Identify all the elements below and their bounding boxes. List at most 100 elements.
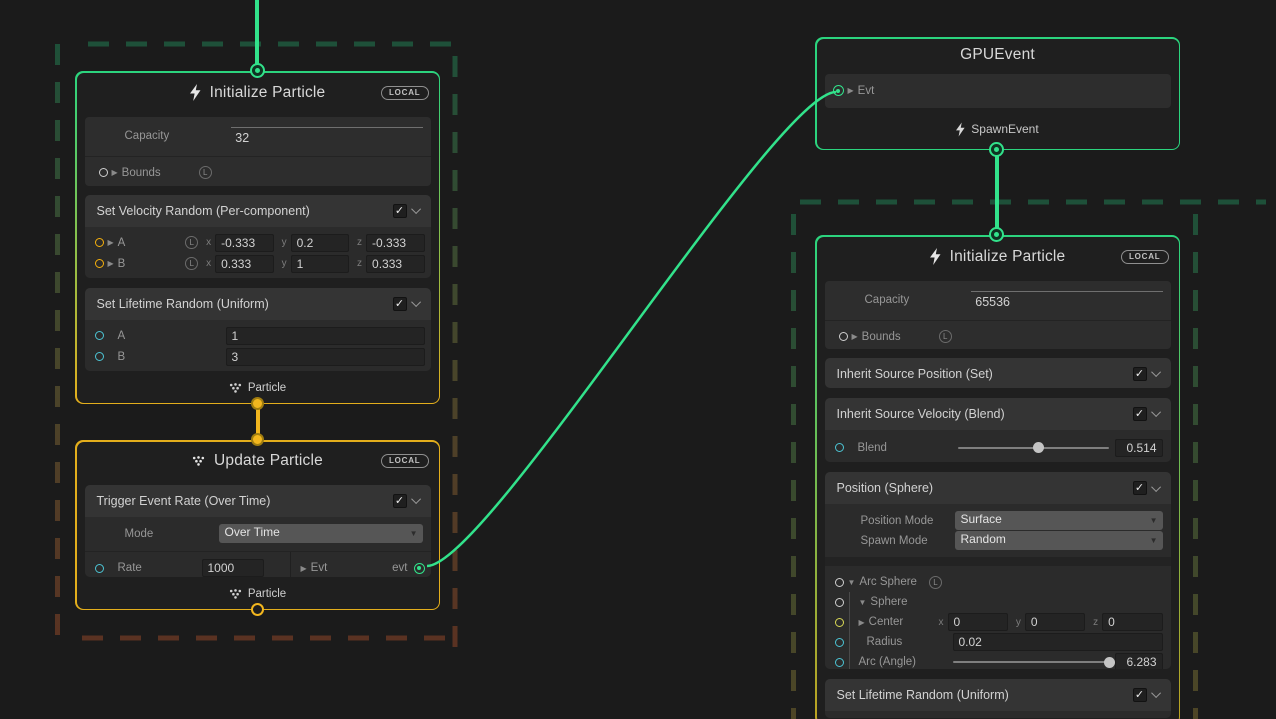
bounds-port[interactable] (839, 332, 848, 341)
arc-sphere-label: Arc Sphere (859, 576, 917, 588)
collapse-chevron-icon[interactable] (1151, 482, 1161, 492)
init-right-input-flow-port[interactable] (989, 227, 1004, 242)
expander-icon[interactable]: ▶ (112, 168, 118, 177)
b-y-field[interactable]: 1 (291, 255, 349, 273)
init-left-input-flow-port[interactable] (250, 63, 265, 78)
blend-port[interactable] (835, 443, 844, 452)
block-enabled-checkbox[interactable]: ✓ (1133, 407, 1147, 421)
collapse-chevron-icon[interactable] (1151, 688, 1161, 698)
arc-angle-port[interactable] (835, 658, 844, 667)
block-enabled-checkbox[interactable]: ✓ (1133, 367, 1147, 381)
velocity-a-port[interactable] (95, 238, 104, 247)
bounds-label: Bounds (862, 331, 901, 343)
blend-slider[interactable] (958, 447, 1109, 449)
node-update-particle[interactable]: Update Particle LOCAL Trigger Event Rate… (75, 440, 440, 610)
block-enabled-checkbox[interactable]: ✓ (393, 204, 407, 218)
lightning-icon (930, 248, 941, 265)
expander-icon[interactable]: ▶ (852, 332, 858, 341)
node-initialize-particle-right[interactable]: Initialize Particle LOCAL Capacity 65536… (815, 235, 1180, 719)
b-z-field[interactable]: 0.333 (366, 255, 424, 273)
evt-output-port[interactable] (414, 563, 425, 574)
capacity-field[interactable]: 65536 (971, 291, 1162, 309)
slider-knob[interactable] (1104, 657, 1115, 668)
update-input-flow-port[interactable] (251, 433, 264, 446)
node-header[interactable]: GPUEvent (817, 39, 1179, 72)
center-y-field[interactable]: 0 (1025, 613, 1085, 631)
expander-icon[interactable]: ▶ (108, 259, 114, 268)
blend-label: Blend (858, 442, 958, 454)
block-set-lifetime-random[interactable]: Set Lifetime Random (Uniform) ✓ A 1 B 3 (85, 288, 431, 371)
gpuevent-output-flow-port[interactable] (989, 142, 1004, 157)
node-header[interactable]: Update Particle LOCAL (77, 442, 439, 480)
block-enabled-checkbox[interactable]: ✓ (1133, 688, 1147, 702)
node-title: GPUEvent (960, 46, 1035, 64)
radius-field[interactable]: 0.02 (953, 633, 1163, 651)
indent-guide (849, 612, 850, 632)
lifetime-b-port[interactable] (95, 352, 104, 361)
block-enabled-checkbox[interactable]: ✓ (1133, 481, 1147, 495)
block-position-sphere[interactable]: Position (Sphere) ✓ Position Mode Surfac… (825, 472, 1171, 669)
local-space-icon[interactable]: L (939, 330, 952, 343)
center-z-field[interactable]: 0 (1102, 613, 1162, 631)
local-space-icon[interactable]: L (185, 236, 198, 249)
position-mode-label: Position Mode (861, 515, 955, 527)
node-header[interactable]: Initialize Particle LOCAL (817, 237, 1179, 277)
rate-port[interactable] (95, 564, 104, 573)
lifetime-a-field[interactable]: 1 (226, 327, 425, 345)
node-gpu-event[interactable]: GPUEvent ▶ Evt SpawnEvent (815, 37, 1180, 150)
settings-section: Capacity 32 ▶ Bounds L (85, 117, 431, 186)
block-enabled-checkbox[interactable]: ✓ (393, 494, 407, 508)
lifetime-b-field[interactable]: 3 (226, 348, 425, 366)
position-mode-dropdown[interactable]: Surface ▼ (955, 511, 1163, 530)
local-space-icon[interactable]: L (185, 257, 198, 270)
node-header[interactable]: Initialize Particle LOCAL (77, 73, 439, 113)
local-space-icon[interactable]: L (929, 576, 942, 589)
expander-icon[interactable]: ▶ (859, 618, 865, 627)
collapse-chevron-icon[interactable] (411, 494, 421, 504)
expander-icon[interactable]: ▶ (108, 238, 114, 247)
local-space-icon[interactable]: L (199, 166, 212, 179)
lightning-icon (956, 122, 965, 137)
lifetime-a-port[interactable] (95, 331, 104, 340)
block-enabled-checkbox[interactable]: ✓ (393, 297, 407, 311)
block-set-lifetime-random[interactable]: Set Lifetime Random (Uniform) ✓ (825, 679, 1171, 719)
blend-field[interactable]: 0.514 (1115, 439, 1163, 457)
arc-sphere-port[interactable] (835, 578, 844, 587)
evt-label: Evt (858, 85, 875, 97)
center-x-field[interactable]: 0 (948, 613, 1008, 631)
radius-port[interactable] (835, 638, 844, 647)
vfx-graph-canvas[interactable]: Initialize Particle LOCAL Capacity 32 ▶ … (0, 0, 1276, 719)
velocity-b-port[interactable] (95, 259, 104, 268)
collapse-chevron-icon[interactable] (1151, 407, 1161, 417)
evt-input-port[interactable] (833, 85, 844, 96)
block-title: Trigger Event Rate (Over Time) (97, 494, 393, 508)
indent-guide (849, 592, 850, 612)
sphere-port[interactable] (835, 598, 844, 607)
a-z-field[interactable]: -0.333 (366, 234, 424, 252)
spawn-mode-dropdown[interactable]: Random ▼ (955, 531, 1163, 550)
b-x-field[interactable]: 0.333 (215, 255, 273, 273)
collapse-chevron-icon[interactable] (411, 297, 421, 307)
block-set-velocity-random[interactable]: Set Velocity Random (Per-component) ✓ ▶ … (85, 195, 431, 278)
expander-icon[interactable]: ▼ (848, 578, 856, 587)
a-x-field[interactable]: -0.333 (215, 234, 273, 252)
block-trigger-event-rate[interactable]: Trigger Event Rate (Over Time) ✓ Mode Ov… (85, 485, 431, 577)
mode-label: Mode (125, 528, 219, 540)
slider-knob[interactable] (1033, 442, 1044, 453)
node-initialize-particle-left[interactable]: Initialize Particle LOCAL Capacity 32 ▶ … (75, 71, 440, 404)
arc-angle-field[interactable]: 6.283 (1115, 653, 1163, 669)
rate-field[interactable]: 1000 (202, 559, 264, 577)
expander-icon[interactable]: ▼ (859, 598, 867, 607)
collapse-chevron-icon[interactable] (411, 204, 421, 214)
center-port[interactable] (835, 618, 844, 627)
update-output-flow-port[interactable] (251, 603, 264, 616)
mode-dropdown[interactable]: Over Time ▼ (219, 524, 423, 543)
init-left-output-flow-port[interactable] (251, 397, 264, 410)
collapse-chevron-icon[interactable] (1151, 367, 1161, 377)
a-y-field[interactable]: 0.2 (291, 234, 349, 252)
capacity-field[interactable]: 32 (231, 127, 422, 145)
block-inherit-source-position[interactable]: Inherit Source Position (Set) ✓ (825, 358, 1171, 388)
arc-angle-slider[interactable] (953, 661, 1113, 663)
bounds-port[interactable] (99, 168, 108, 177)
block-inherit-source-velocity[interactable]: Inherit Source Velocity (Blend) ✓ Blend … (825, 398, 1171, 462)
